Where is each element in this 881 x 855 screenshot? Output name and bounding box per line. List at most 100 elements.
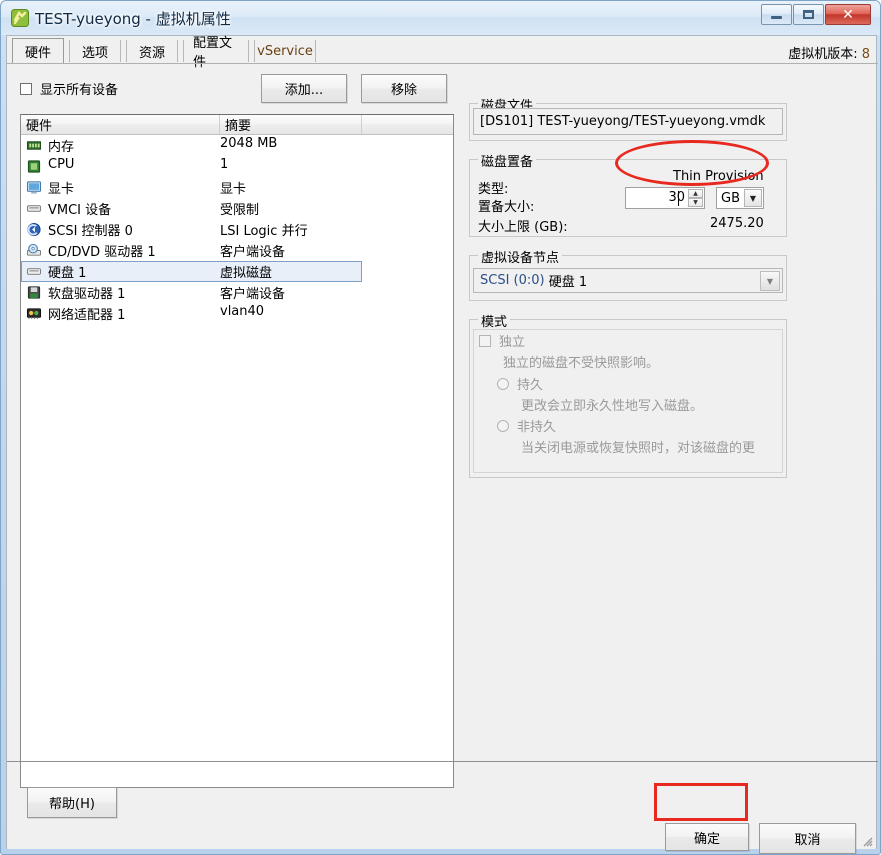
cpu-icon (27, 160, 41, 173)
tab-hardware[interactable]: 硬件 (12, 38, 64, 63)
chevron-down-icon[interactable]: ▼ (760, 271, 780, 291)
column-header-blank[interactable] (362, 115, 453, 134)
table-row[interactable]: 内存 2048 MB (21, 135, 453, 156)
column-header-summary[interactable]: 摘要 (220, 115, 362, 134)
add-device-button[interactable]: 添加... (261, 74, 347, 103)
table-row[interactable]: 网络适配器 1 vlan40 (21, 303, 453, 324)
tab-underline (7, 63, 878, 64)
footer-divider (7, 761, 878, 762)
stepper-down-icon[interactable]: ▼ (688, 198, 703, 207)
vm-version-value: 8 (861, 47, 870, 62)
client-area: 硬件 选项 资源 配置文件 vService 虚拟机版本: 8 显示所有设备 添… (6, 35, 878, 854)
table-row[interactable]: VMCI 设备 受限制 (21, 198, 453, 219)
tab-vservice[interactable]: vService (254, 40, 316, 62)
provisioned-size-input[interactable]: 30 ▲ ▼ (625, 187, 705, 209)
row-name: SCSI 控制器 0 (48, 224, 133, 239)
checkbox-box (479, 334, 491, 347)
vm-version-label: 虚拟机版本: 8 (788, 43, 870, 62)
type-value: Thin Provision (673, 169, 764, 184)
window-title: TEST-yueyong - 虚拟机属性 (35, 10, 231, 28)
provisioned-size-value: 30 (668, 190, 685, 205)
close-button[interactable]: ✕ (825, 4, 871, 25)
scsi-icon (27, 222, 41, 237)
help-button-label: 帮助(H) (49, 797, 95, 812)
node-value-suffix: 硬盘 1 (548, 275, 588, 290)
tab-profiles[interactable]: 配置文件 (183, 36, 249, 70)
stepper-up-icon[interactable]: ▲ (688, 189, 703, 198)
row-summary: 客户端设备 (220, 287, 286, 302)
text-caret (678, 191, 679, 206)
device-icon (26, 205, 42, 212)
virtual-device-node-select[interactable]: SCSI (0:0) 硬盘 1 ▼ (473, 268, 783, 293)
row-name: 显卡 (48, 182, 75, 197)
hardware-list-rows: 内存 2048 MB CPU 1 显卡 显卡 VMCI 设备 受限制 SCSI … (21, 135, 453, 324)
radio-circle (497, 377, 509, 390)
table-row[interactable]: 软盘驱动器 1 客户端设备 (21, 282, 453, 303)
remove-device-button[interactable]: 移除 (361, 74, 447, 103)
hardware-list[interactable]: 硬件 摘要 内存 2048 MB CPU 1 显卡 显卡 VMCI 设备 受限制… (20, 114, 454, 788)
radio-circle (497, 419, 509, 432)
persistent-description: 更改会立即永久性地写入磁盘。 (521, 399, 704, 414)
size-unit-select[interactable]: GB ▼ (716, 187, 764, 209)
size-stepper[interactable]: ▲ ▼ (688, 189, 703, 207)
row-name: CPU (48, 157, 75, 172)
tab-strip: 硬件 选项 资源 配置文件 vService 虚拟机版本: 8 (7, 36, 878, 70)
ok-button[interactable]: 确定 (665, 823, 749, 851)
row-summary: 客户端设备 (220, 245, 286, 260)
tab-resources[interactable]: 资源 (126, 40, 178, 62)
harddisk-icon (26, 268, 42, 275)
memory-icon (26, 141, 42, 150)
row-name: 网络适配器 1 (48, 308, 126, 323)
vm-icon (11, 9, 29, 27)
show-all-devices-checkbox[interactable]: 显示所有设备 (20, 79, 118, 98)
size-unit-value: GB (721, 190, 740, 206)
table-row[interactable]: SCSI 控制器 0 LSI Logic 并行 (21, 219, 453, 240)
minimize-button[interactable] (761, 4, 792, 25)
table-row[interactable]: CD/DVD 驱动器 1 客户端设备 (21, 240, 453, 261)
max-size-label: 大小上限 (GB): (478, 220, 568, 235)
independent-checkbox[interactable]: 独立 (479, 331, 525, 350)
row-name: 硬盘 1 (48, 266, 87, 281)
resize-grip-icon[interactable] (860, 834, 873, 847)
chevron-down-icon[interactable]: ▼ (744, 189, 762, 207)
row-summary: LSI Logic 并行 (220, 224, 308, 239)
row-name: 软盘驱动器 1 (48, 287, 126, 302)
column-header-hardware[interactable]: 硬件 (21, 115, 220, 134)
title-bar: TEST-yueyong - 虚拟机属性 ✕ (1, 1, 880, 35)
row-name: CD/DVD 驱动器 1 (48, 245, 156, 260)
persistent-radio[interactable]: 持久 (497, 374, 543, 393)
floppy-icon (27, 286, 41, 299)
show-all-devices-label: 显示所有设备 (40, 83, 119, 98)
row-summary: 受限制 (220, 203, 260, 218)
cancel-button[interactable]: 取消 (759, 823, 856, 854)
close-icon: ✕ (842, 6, 854, 23)
node-value-prefix: SCSI (0:0) (480, 273, 545, 288)
vm-version-text: 虚拟机版本: (788, 47, 858, 62)
nonpersistent-radio[interactable]: 非持久 (497, 416, 556, 435)
row-name: VMCI 设备 (48, 203, 112, 218)
maximize-button[interactable] (793, 4, 824, 25)
persistent-label: 持久 (517, 378, 544, 393)
checkbox-box (20, 82, 32, 95)
row-summary: 虚拟磁盘 (220, 266, 273, 281)
help-button[interactable]: 帮助(H) (27, 787, 117, 818)
max-size-value: 2475.20 (710, 216, 764, 231)
provisioned-size-label: 置备大小: (478, 200, 535, 215)
network-icon (26, 308, 42, 320)
disk-provisioning-legend: 磁盘置备 (478, 151, 537, 170)
cddvd-icon (26, 243, 42, 256)
minimize-icon (762, 5, 791, 24)
maximize-icon (794, 5, 823, 24)
tab-options[interactable]: 选项 (69, 40, 121, 62)
table-row[interactable]: CPU 1 (21, 156, 453, 177)
row-summary: 显卡 (220, 182, 247, 197)
row-summary: 2048 MB (220, 136, 278, 151)
disk-file-value: [DS101] TEST-yueyong/TEST-yueyong.vmdk (473, 108, 783, 135)
table-row[interactable]: 显卡 显卡 (21, 177, 453, 198)
hardware-list-header: 硬件 摘要 (21, 115, 453, 135)
type-label: 类型: (478, 182, 509, 197)
row-summary: vlan40 (220, 304, 265, 319)
nonpersistent-description: 当关闭电源或恢复快照时，对该磁盘的更 (521, 441, 756, 456)
mode-legend: 模式 (478, 311, 511, 330)
table-row-selected[interactable]: 硬盘 1 虚拟磁盘 (21, 261, 453, 282)
